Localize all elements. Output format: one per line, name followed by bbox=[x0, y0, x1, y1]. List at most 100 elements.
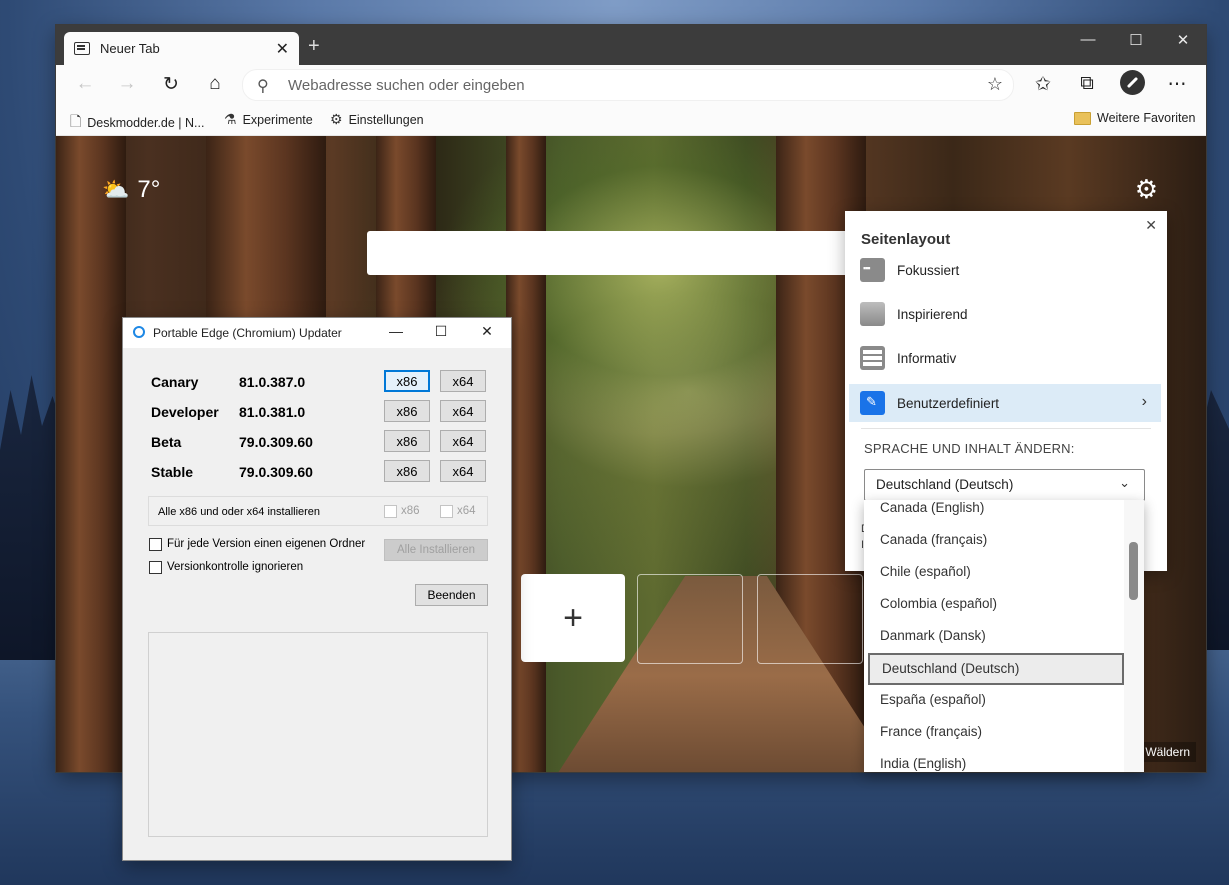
language-select[interactable]: Deutschland (Deutsch) ⌄ bbox=[864, 469, 1145, 501]
web-search-box[interactable] bbox=[367, 231, 867, 275]
home-button[interactable]: ⌂ bbox=[202, 73, 228, 95]
maximize-button[interactable]: ☐ bbox=[426, 323, 456, 340]
stable-x86-button[interactable]: x86 bbox=[384, 460, 430, 482]
language-option[interactable]: Colombia (español) bbox=[868, 590, 1124, 620]
layout-option-inspirierend[interactable]: Inspirierend bbox=[849, 295, 1161, 333]
language-section-label: SPRACHE UND INHALT ÄNDERN: bbox=[864, 441, 1075, 456]
language-select-value: Deutschland (Deutsch) bbox=[876, 477, 1014, 492]
informational-layout-icon bbox=[860, 346, 885, 370]
ignore-version-label: Versionkontrolle ignorieren bbox=[167, 561, 304, 573]
new-tab-button[interactable]: + bbox=[308, 35, 320, 58]
own-folder-checkbox[interactable] bbox=[149, 538, 162, 551]
favorite-experimente[interactable]: ⚗ Experimente bbox=[224, 111, 313, 128]
ignore-version-checkbox[interactable] bbox=[149, 561, 162, 574]
browser-titlebar: Neuer Tab ✕ + — ☐ ✕ bbox=[56, 25, 1206, 65]
collections-icon[interactable]: ⧉ bbox=[1074, 73, 1100, 95]
refresh-button[interactable]: ↻ bbox=[158, 73, 184, 96]
search-icon: ⚲ bbox=[257, 78, 269, 95]
favorite-label: Einstellungen bbox=[348, 112, 424, 127]
language-option[interactable]: España (español) bbox=[868, 686, 1124, 716]
language-option-label: España (español) bbox=[880, 692, 986, 707]
favorite-label: Deskmodder.de | N... bbox=[87, 116, 205, 130]
tab-new-tab[interactable]: Neuer Tab ✕ bbox=[64, 32, 299, 65]
scrollbar-track[interactable] bbox=[1124, 500, 1144, 772]
channel-version: 81.0.381.0 bbox=[239, 404, 306, 420]
divider bbox=[861, 428, 1151, 429]
minimize-button[interactable]: — bbox=[381, 323, 411, 339]
flask-icon: ⚗ bbox=[224, 111, 237, 127]
language-option[interactable]: India (English) bbox=[868, 750, 1124, 772]
updater-title: Portable Edge (Chromium) Updater bbox=[153, 326, 342, 340]
back-button[interactable]: ← bbox=[72, 73, 98, 95]
updater-titlebar: Portable Edge (Chromium) Updater — ☐ ✕ bbox=[123, 318, 511, 348]
updater-window: Portable Edge (Chromium) Updater — ☐ ✕ C… bbox=[122, 317, 512, 861]
address-bar[interactable]: ⚲ Webadresse suchen oder eingeben ☆ bbox=[242, 69, 1014, 101]
language-option[interactable]: Chile (español) bbox=[868, 558, 1124, 588]
partly-cloudy-icon: ⛅ bbox=[102, 177, 130, 202]
beta-x86-button[interactable]: x86 bbox=[384, 430, 430, 452]
more-favorites-folder[interactable]: Weitere Favoriten bbox=[1074, 111, 1195, 125]
language-option[interactable]: France (français) bbox=[868, 718, 1124, 748]
scrollbar-thumb[interactable] bbox=[1129, 542, 1138, 600]
maximize-button[interactable]: ☐ bbox=[1116, 31, 1156, 49]
quick-link-tile[interactable] bbox=[757, 574, 863, 664]
layout-option-benutzerdefiniert[interactable]: Benutzerdefiniert › bbox=[849, 384, 1161, 422]
install-all-x64-checkbox[interactable] bbox=[440, 505, 453, 518]
layout-option-fokussiert[interactable]: Fokussiert bbox=[849, 251, 1161, 289]
address-input[interactable]: Webadresse suchen oder eingeben bbox=[288, 77, 525, 94]
favorites-icon[interactable]: ✩ bbox=[1030, 73, 1056, 96]
install-all-x86-checkbox[interactable] bbox=[384, 505, 397, 518]
close-window-button[interactable]: ✕ bbox=[1163, 31, 1203, 49]
minimize-button[interactable]: — bbox=[1068, 31, 1108, 48]
tab-close-icon[interactable]: ✕ bbox=[276, 39, 289, 59]
gear-icon: ⚙ bbox=[330, 111, 343, 127]
log-output-area[interactable] bbox=[148, 632, 488, 837]
channel-version: 79.0.309.60 bbox=[239, 464, 313, 480]
quick-link-tile[interactable] bbox=[637, 574, 743, 664]
channel-name: Developer bbox=[151, 404, 219, 420]
channel-version: 81.0.387.0 bbox=[239, 374, 306, 390]
exit-button[interactable]: Beenden bbox=[415, 584, 488, 606]
install-all-button[interactable]: Alle Installieren bbox=[384, 539, 488, 561]
developer-x86-button[interactable]: x86 bbox=[384, 400, 430, 422]
add-favorite-star-icon[interactable]: ☆ bbox=[987, 74, 1003, 95]
profile-avatar[interactable] bbox=[1120, 70, 1145, 95]
canary-x64-button[interactable]: x64 bbox=[440, 370, 486, 392]
language-option[interactable]: Canada (English) bbox=[868, 500, 1124, 524]
canary-x86-button[interactable]: x86 bbox=[384, 370, 430, 392]
add-quick-link-tile[interactable]: + bbox=[521, 574, 625, 662]
install-all-group: Alle x86 und oder x64 installieren x86 x… bbox=[148, 496, 488, 526]
developer-x64-button[interactable]: x64 bbox=[440, 400, 486, 422]
folder-icon bbox=[1074, 111, 1091, 125]
layout-option-informativ[interactable]: Informativ bbox=[849, 339, 1161, 377]
stable-x64-button[interactable]: x64 bbox=[440, 460, 486, 482]
language-option-selected[interactable]: Deutschland (Deutsch) bbox=[868, 653, 1124, 685]
language-option-label: Danmark (Dansk) bbox=[880, 628, 986, 643]
image-credit[interactable]: Wäldern bbox=[1139, 742, 1196, 762]
page-settings-gear-icon[interactable]: ⚙ bbox=[1135, 174, 1158, 205]
forward-button[interactable]: → bbox=[114, 73, 140, 95]
language-option-label: France (français) bbox=[880, 724, 983, 739]
beta-x64-button[interactable]: x64 bbox=[440, 430, 486, 452]
install-all-text: Alle x86 und oder x64 installieren bbox=[158, 506, 321, 518]
favorite-einstellungen[interactable]: ⚙ Einstellungen bbox=[330, 111, 424, 128]
close-icon[interactable]: ✕ bbox=[1145, 217, 1157, 234]
layout-option-label: Inspirierend bbox=[897, 306, 968, 322]
temperature: 7° bbox=[137, 176, 161, 203]
language-option-label: Canada (English) bbox=[880, 500, 985, 515]
layout-option-label: Benutzerdefiniert bbox=[897, 395, 1000, 411]
language-option-label: Deutschland (Deutsch) bbox=[882, 661, 1020, 676]
custom-layout-pencil-icon bbox=[860, 391, 885, 415]
language-option[interactable]: Danmark (Dansk) bbox=[868, 622, 1124, 652]
favorites-bar: 🗋 Deskmodder.de | N... ⚗ Experimente ⚙ E… bbox=[56, 103, 1206, 136]
tab-title: Neuer Tab bbox=[100, 41, 160, 56]
weather-widget[interactable]: ⛅ 7° bbox=[102, 176, 160, 204]
language-option-label: Colombia (español) bbox=[880, 596, 998, 611]
favorite-deskmodder[interactable]: 🗋 Deskmodder.de | N... bbox=[70, 111, 204, 135]
more-menu-icon[interactable]: ⋯ bbox=[1164, 73, 1190, 96]
browser-toolbar: ← → ↻ ⌂ ⚲ Webadresse suchen oder eingebe… bbox=[56, 65, 1206, 103]
layout-option-label: Informativ bbox=[897, 350, 957, 366]
language-option[interactable]: Canada (français) bbox=[868, 526, 1124, 556]
language-option-label: India (English) bbox=[880, 756, 967, 771]
close-button[interactable]: ✕ bbox=[472, 323, 502, 340]
